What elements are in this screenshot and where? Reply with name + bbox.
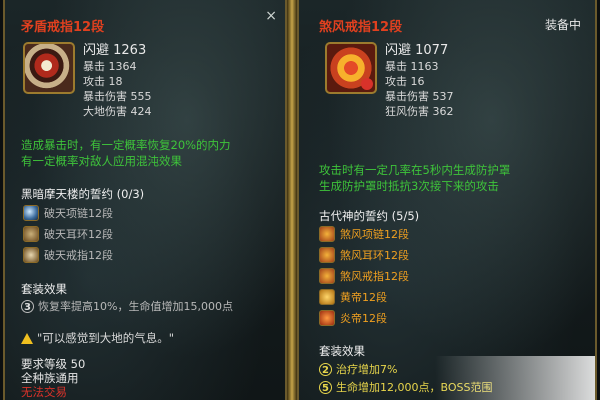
set-item[interactable]: 煞风项链12段: [319, 225, 409, 243]
effect-line: 造成暴击时，有一定概率恢复20%的内力: [21, 138, 231, 152]
set-item-label: 破天耳环12段: [44, 228, 113, 241]
set-bonus-label: 套装效果: [319, 344, 365, 358]
bonus-text: 恢复率提高10%，生命值增加15,000点: [38, 300, 233, 313]
flavor-quote: "可以感觉到大地的气息。": [21, 330, 174, 346]
emperor-icon: [319, 289, 335, 305]
effect-line: 攻击时有一定几率在5秒内生成防护罩: [319, 163, 511, 177]
stat-primary: 闪避 1263: [83, 43, 147, 58]
set-item[interactable]: 破天耳环12段: [23, 225, 113, 243]
set-bonus-label: 套装效果: [21, 282, 67, 296]
stat-primary: 闪避 1077: [385, 43, 449, 58]
warning-icon: [21, 332, 33, 344]
set-title: 黑暗摩天楼的誓约 (0/3): [21, 187, 145, 201]
set-item-label: 煞风戒指12段: [340, 270, 409, 283]
stat-line: 攻击 16: [385, 75, 425, 88]
stat-list: 闪避 1077 暴击 1163 攻击 16 暴击伤害 537 狂风伤害 362: [385, 42, 454, 119]
ring-icon: [23, 247, 39, 263]
set-title: 古代神的誓约 (5/5): [319, 209, 420, 223]
item-title: 矛盾戒指12段: [21, 20, 105, 35]
stat-line: 暴击伤害 537: [385, 90, 454, 103]
set-item-label: 煞风项链12段: [340, 228, 409, 241]
set-item-label: 破天戒指12段: [44, 249, 113, 262]
effect-line: 有一定概率对敌人应用混沌效果: [21, 154, 182, 168]
close-icon[interactable]: ×: [265, 8, 277, 24]
set-item[interactable]: 破天项链12段: [23, 204, 113, 222]
set-item[interactable]: 炎帝12段: [319, 309, 387, 327]
stat-line: 暴击 1163: [385, 60, 439, 73]
item-tooltip-left: 矛盾戒指12段 × 闪避 1263 暴击 1364 攻击 18 暴击伤害 555…: [3, 0, 287, 400]
set-bonus-line: 2 治疗增加7%: [319, 361, 397, 377]
necklace-icon: [319, 226, 335, 242]
flame-emperor-icon: [319, 310, 335, 326]
set-item[interactable]: 煞风戒指12段: [319, 267, 409, 285]
bonus-text: 治疗增加7%: [336, 363, 398, 376]
set-item[interactable]: 破天戒指12段: [23, 246, 113, 264]
item-title: 煞风戒指12段: [319, 20, 403, 35]
stat-line: 狂风伤害 362: [385, 105, 454, 118]
quote-text: "可以感觉到大地的气息。": [37, 331, 175, 345]
ring-icon: [319, 268, 335, 284]
set-item-label: 煞风耳环12段: [340, 249, 409, 262]
stat-list: 闪避 1263 暴击 1364 攻击 18 暴击伤害 555 大地伤害 424: [83, 42, 152, 119]
item-tooltip-right: 煞风戒指12段 装备中 闪避 1077 暴击 1163 攻击 16 暴击伤害 5…: [297, 0, 597, 400]
set-item-label: 黄帝12段: [340, 291, 387, 304]
gold-divider: [287, 0, 297, 400]
corner-fade: [435, 356, 595, 400]
set-item[interactable]: 煞风耳环12段: [319, 246, 409, 264]
earring-icon: [23, 226, 39, 242]
bonus-count-badge: 2: [319, 362, 332, 376]
necklace-icon: [23, 205, 39, 221]
bonus-count-badge: 5: [319, 380, 332, 394]
effect-line: 生成防护罩时抵抗3次接下来的攻击: [319, 179, 499, 193]
stat-line: 暴击伤害 555: [83, 90, 152, 103]
stat-line: 暴击 1364: [83, 60, 137, 73]
trade-restriction: 无法交易: [21, 385, 67, 399]
set-item[interactable]: 黄帝12段: [319, 288, 387, 306]
lock-icon: [361, 78, 373, 90]
ring-icon: [23, 42, 75, 94]
set-item-label: 炎帝12段: [340, 312, 387, 325]
stat-line: 攻击 18: [83, 75, 123, 88]
equipped-badge: 装备中: [544, 18, 581, 32]
set-bonus-line: 3 恢复率提高10%，生命值增加15,000点: [21, 298, 233, 314]
earring-icon: [319, 247, 335, 263]
set-item-label: 破天项链12段: [44, 207, 113, 220]
bonus-count-badge: 3: [21, 299, 34, 313]
stat-line: 大地伤害 424: [83, 105, 152, 118]
